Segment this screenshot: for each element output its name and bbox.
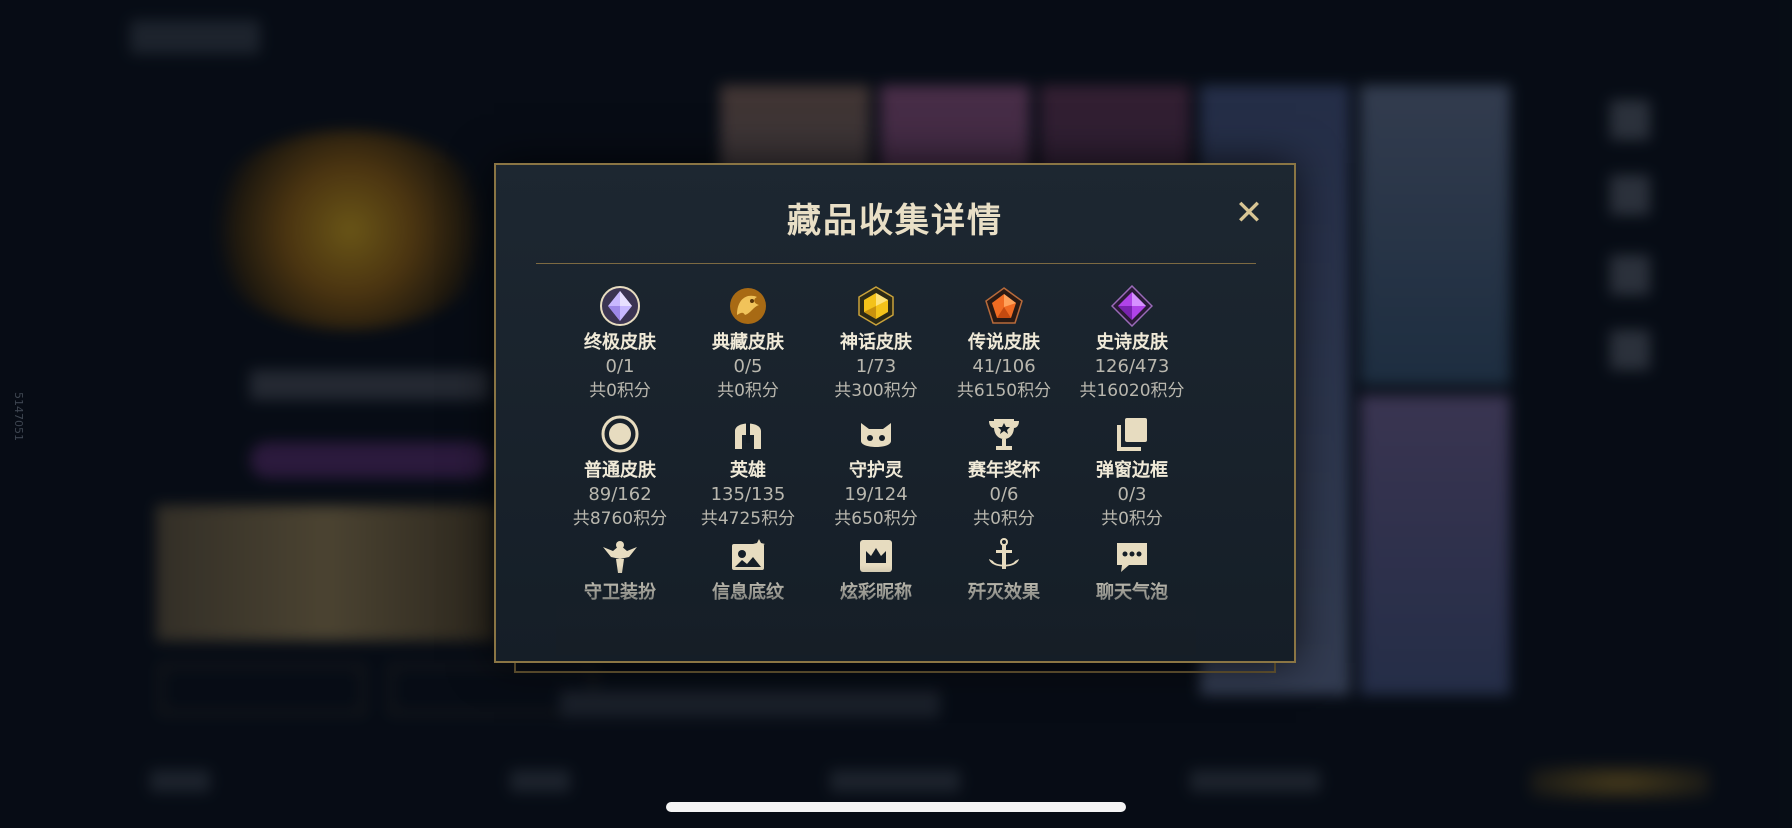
ultimate-diamond-icon	[600, 286, 640, 326]
collection-item-season-trophy[interactable]: 赛年奖杯 0/6 共0积分	[940, 413, 1068, 531]
frame-icon	[1117, 418, 1147, 451]
collection-item-colorful-nickname[interactable]: 炫彩昵称	[812, 535, 940, 605]
collection-item-annihilation-effect[interactable]: 歼灭效果	[940, 535, 1068, 605]
collection-details-modal: 藏品收集详情 ✕ 终极皮肤 0/1 共0积分 典藏皮肤 0/5 共0积分 神话皮…	[494, 163, 1296, 663]
collection-item-guardian[interactable]: 守护灵 19/124 共650积分	[812, 413, 940, 531]
ward-icon	[603, 541, 637, 573]
home-indicator[interactable]	[666, 802, 1126, 812]
modal-title: 藏品收集详情	[787, 201, 1003, 241]
epic-gem-icon	[1111, 285, 1153, 327]
crown-nameplate-icon	[860, 540, 892, 572]
collection-item-legendary[interactable]: 传说皮肤 41/106 共6150积分	[940, 285, 1068, 403]
collection-item-chat-bubble[interactable]: 聊天气泡	[1068, 535, 1196, 605]
collection-item-prestige[interactable]: 典藏皮肤 0/5 共0积分	[684, 285, 812, 403]
trophy-icon	[989, 419, 1019, 450]
collection-item-popup-frame[interactable]: 弹窗边框 0/3 共0积分	[1068, 413, 1196, 531]
side-id-text: 5147051	[12, 392, 25, 441]
dragon-icon	[730, 288, 766, 324]
collection-item-info-pattern[interactable]: 信息底纹	[684, 535, 812, 605]
mythic-gem-icon	[858, 286, 894, 326]
helmet-icon	[735, 423, 761, 449]
collection-item-epic[interactable]: 史诗皮肤 126/473 共16020积分	[1068, 285, 1196, 403]
guardian-icon	[861, 423, 891, 447]
collection-item-champion[interactable]: 英雄 135/135 共4725积分	[684, 413, 812, 531]
circle-icon	[601, 415, 639, 453]
close-button[interactable]: ✕	[1231, 195, 1267, 231]
legendary-gem-icon	[985, 287, 1023, 324]
card-pattern-icon	[732, 539, 765, 570]
collection-grid: 终极皮肤 0/1 共0积分 典藏皮肤 0/5 共0积分 神话皮肤 1/73 共3…	[556, 285, 1196, 655]
collection-item-ultimate[interactable]: 终极皮肤 0/1 共0积分	[556, 285, 684, 403]
modal-bottom-edge	[514, 663, 1276, 673]
title-divider	[536, 263, 1256, 264]
chat-bubble-icon	[1117, 543, 1147, 572]
anchor-icon	[989, 538, 1019, 569]
collection-item-mythic[interactable]: 神话皮肤 1/73 共300积分	[812, 285, 940, 403]
collection-item-ward-skin[interactable]: 守卫装扮	[556, 535, 684, 605]
collection-item-normal-skin[interactable]: 普通皮肤 89/162 共8760积分	[556, 413, 684, 531]
